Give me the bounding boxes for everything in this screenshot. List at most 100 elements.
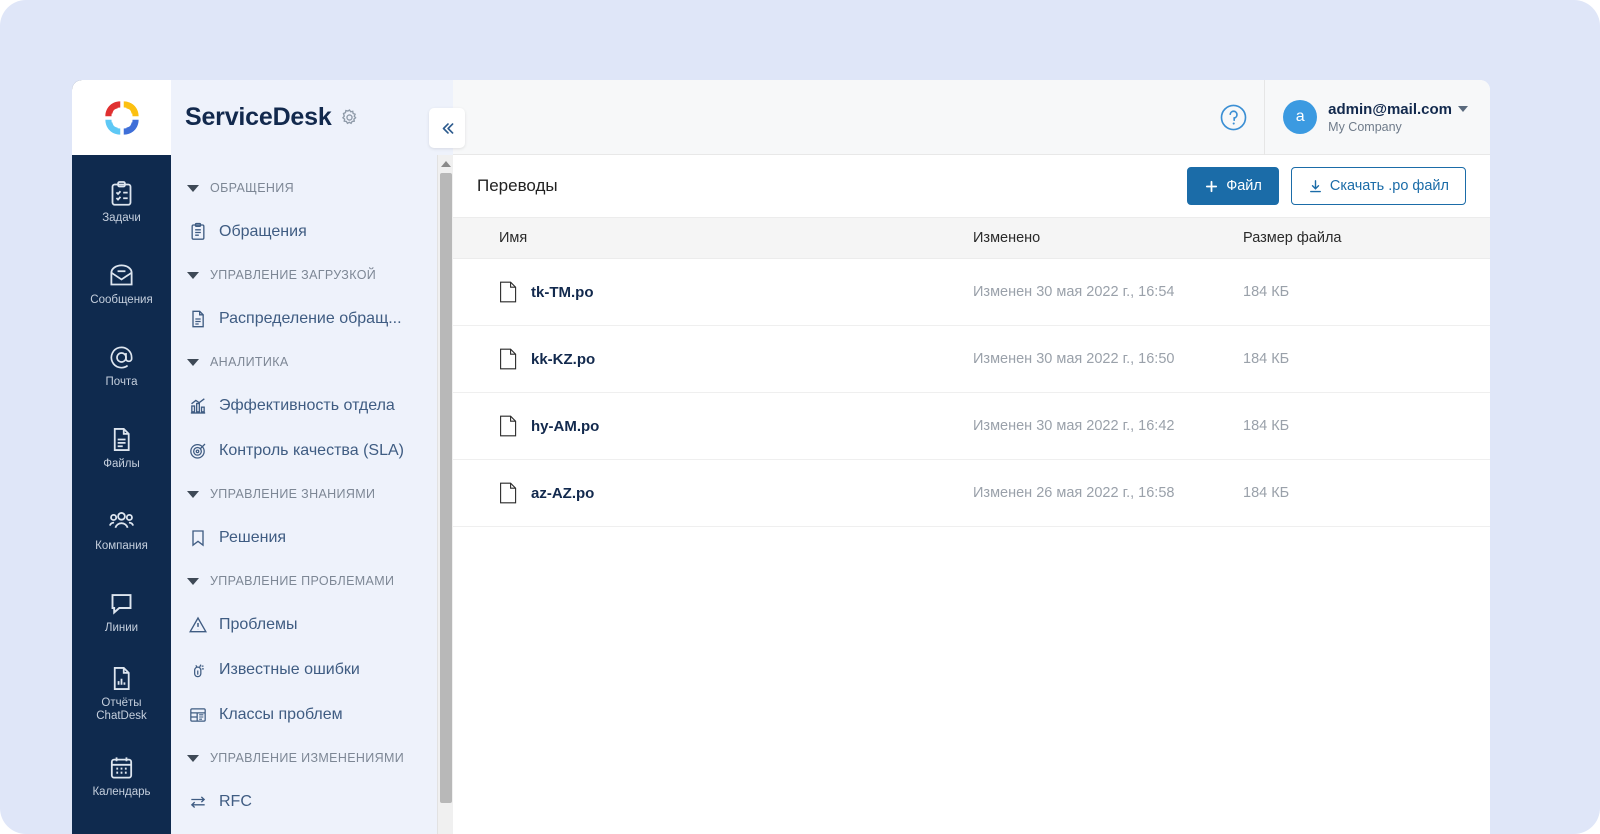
avatar: a bbox=[1283, 100, 1317, 134]
rail-item-label: Задачи bbox=[102, 212, 141, 225]
nav-scroll-region: ОБРАЩЕНИЯ Обращения УПРАВЛЕНИЕ bbox=[171, 155, 453, 834]
cell-size: 184 КБ bbox=[1243, 351, 1443, 367]
rail-item-label: Почта bbox=[106, 376, 138, 389]
file-name: az-AZ.po bbox=[531, 485, 594, 502]
main-area: a admin@mail.com My Company Переводы bbox=[453, 80, 1490, 834]
user-menu[interactable]: a admin@mail.com My Company bbox=[1265, 100, 1490, 134]
cell-size: 184 КБ bbox=[1243, 418, 1443, 434]
exchange-arrows-icon bbox=[187, 791, 208, 812]
rail-item-messages[interactable]: Сообщения bbox=[72, 243, 171, 325]
nav-item-label: Проблемы bbox=[219, 616, 297, 634]
rail-item-lines[interactable]: Линии bbox=[72, 571, 171, 653]
rail-item-files[interactable]: Файлы bbox=[72, 407, 171, 489]
icon-rail: Задачи Сообщения Почта bbox=[72, 80, 171, 834]
rail-item-label: Линии bbox=[105, 622, 138, 635]
nav-group-knowledge[interactable]: УПРАВЛЕНИЕ ЗНАНИЯМИ bbox=[171, 473, 453, 515]
rail-item-label: Календарь bbox=[92, 786, 150, 799]
pinwheel-logo-icon bbox=[101, 97, 143, 139]
document-lines-icon bbox=[108, 426, 135, 453]
bug-icon bbox=[187, 659, 208, 680]
gear-icon bbox=[340, 108, 359, 127]
cell-modified: Изменен 30 мая 2022 г., 16:50 bbox=[973, 351, 1243, 367]
report-chart-icon bbox=[108, 665, 135, 692]
nav-group-label: УПРАВЛЕНИЕ ПРОБЛЕМАМИ bbox=[210, 574, 394, 589]
chevron-down-icon bbox=[187, 359, 199, 366]
table-row[interactable]: hy-AM.po Изменен 30 мая 2022 г., 16:42 1… bbox=[453, 393, 1490, 460]
rail-item-label: Отчёты ChatDesk bbox=[96, 697, 147, 723]
nav-group-analytics[interactable]: АНАЛИТИКА bbox=[171, 341, 453, 383]
nav-group-label: УПРАВЛЕНИЕ ЗАГРУЗКОЙ bbox=[210, 268, 376, 283]
nav-group-requests[interactable]: ОБРАЩЕНИЯ bbox=[171, 167, 453, 209]
nav-group-label: УПРАВЛЕНИЕ ИЗМЕНЕНИЯМИ bbox=[210, 751, 404, 766]
nav-item-label: Классы проблем bbox=[219, 706, 343, 724]
nav-group-workload[interactable]: УПРАВЛЕНИЕ ЗАГРУЗКОЙ bbox=[171, 254, 453, 296]
nav-group-label: АНАЛИТИКА bbox=[210, 355, 289, 370]
rail-item-label: Компания bbox=[95, 540, 148, 553]
file-icon bbox=[499, 348, 517, 370]
page-root: Задачи Сообщения Почта bbox=[0, 0, 1600, 834]
user-company: My Company bbox=[1328, 120, 1468, 134]
nav-item-label: Известные ошибки bbox=[219, 661, 360, 679]
nav-scrollbar-thumb[interactable] bbox=[440, 173, 452, 803]
scroll-up-arrow-icon[interactable] bbox=[438, 157, 454, 171]
nav-item-label: Решения bbox=[219, 529, 286, 547]
help-button[interactable] bbox=[1202, 102, 1264, 133]
nav-item-label: RFC bbox=[219, 793, 252, 811]
clipboard-check-icon bbox=[108, 180, 135, 207]
nav-item-department-efficiency[interactable]: Эффективность отдела bbox=[171, 383, 453, 428]
nav-scrollbar[interactable] bbox=[437, 155, 453, 834]
nav-item-problems[interactable]: Проблемы bbox=[171, 602, 453, 647]
nav-item-sla-quality-control[interactable]: Контроль качества (SLA) bbox=[171, 428, 453, 473]
cell-file-name: tk-TM.po bbox=[453, 281, 973, 303]
user-email: admin@mail.com bbox=[1328, 101, 1452, 118]
chevron-down-icon bbox=[187, 272, 199, 279]
cell-size: 184 КБ bbox=[1243, 284, 1443, 300]
rail-item-company[interactable]: Компания bbox=[72, 489, 171, 571]
rail-item-calendar[interactable]: Календарь bbox=[72, 735, 171, 817]
user-info: admin@mail.com My Company bbox=[1328, 101, 1468, 134]
file-icon bbox=[499, 482, 517, 504]
chevron-down-icon bbox=[187, 491, 199, 498]
file-name: tk-TM.po bbox=[531, 284, 593, 301]
nav-item-label: Распределение обращ... bbox=[219, 310, 402, 328]
file-icon bbox=[499, 415, 517, 437]
collapse-sidebar-button[interactable] bbox=[429, 108, 465, 148]
chevron-down-icon bbox=[1458, 106, 1468, 112]
nav-item-solutions[interactable]: Решения bbox=[171, 515, 453, 560]
nav-group-change-management[interactable]: УПРАВЛЕНИЕ ИЗМЕНЕНИЯМИ bbox=[171, 737, 453, 779]
rail-item-list: Задачи Сообщения Почта bbox=[72, 155, 171, 834]
chevron-down-icon bbox=[187, 185, 199, 192]
app-logo[interactable] bbox=[72, 80, 171, 155]
cell-file-name: kk-KZ.po bbox=[453, 348, 973, 370]
table-row[interactable]: kk-KZ.po Изменен 30 мая 2022 г., 16:50 1… bbox=[453, 326, 1490, 393]
people-group-icon bbox=[108, 508, 135, 535]
nav-item-label: Эффективность отдела bbox=[219, 397, 395, 415]
rail-item-chatdesk-reports[interactable]: Отчёты ChatDesk bbox=[72, 653, 171, 735]
nav-item-known-errors[interactable]: Известные ошибки bbox=[171, 647, 453, 692]
target-icon bbox=[187, 440, 208, 461]
user-email-row: admin@mail.com bbox=[1328, 101, 1468, 118]
nav-item-rfc[interactable]: RFC bbox=[171, 779, 453, 824]
nav-group-label: УПРАВЛЕНИЕ ЗНАНИЯМИ bbox=[210, 487, 375, 502]
table-row[interactable]: tk-TM.po Изменен 30 мая 2022 г., 16:54 1… bbox=[453, 259, 1490, 326]
nav-item-problem-classes[interactable]: Классы проблем bbox=[171, 692, 453, 737]
add-file-button[interactable]: Файл bbox=[1187, 167, 1279, 205]
column-header-name: Имя bbox=[453, 230, 973, 246]
nav-group-problems[interactable]: УПРАВЛЕНИЕ ПРОБЛЕМАМИ bbox=[171, 560, 453, 602]
nav-item-request-distribution[interactable]: Распределение обращ... bbox=[171, 296, 453, 341]
rail-item-administration[interactable]: Админитри... bbox=[72, 817, 171, 834]
rail-item-tasks[interactable]: Задачи bbox=[72, 161, 171, 243]
nav-item-requests[interactable]: Обращения bbox=[171, 209, 453, 254]
table-row[interactable]: az-AZ.po Изменен 26 мая 2022 г., 16:58 1… bbox=[453, 460, 1490, 527]
download-po-file-button[interactable]: Скачать .po файл bbox=[1291, 167, 1466, 205]
nav-panel: ServiceDesk ОБРАЩЕНИЯ bbox=[171, 80, 453, 834]
clipboard-text-icon bbox=[187, 221, 208, 242]
download-label: Скачать .po файл bbox=[1330, 178, 1449, 194]
settings-button[interactable] bbox=[340, 108, 359, 127]
table-header-row: Имя Изменено Размер файла bbox=[453, 217, 1490, 259]
cell-size: 184 КБ bbox=[1243, 485, 1443, 501]
rail-item-mail[interactable]: Почта bbox=[72, 325, 171, 407]
cell-file-name: az-AZ.po bbox=[453, 482, 973, 504]
plus-icon bbox=[1204, 179, 1219, 194]
page-title: Переводы bbox=[477, 176, 558, 196]
